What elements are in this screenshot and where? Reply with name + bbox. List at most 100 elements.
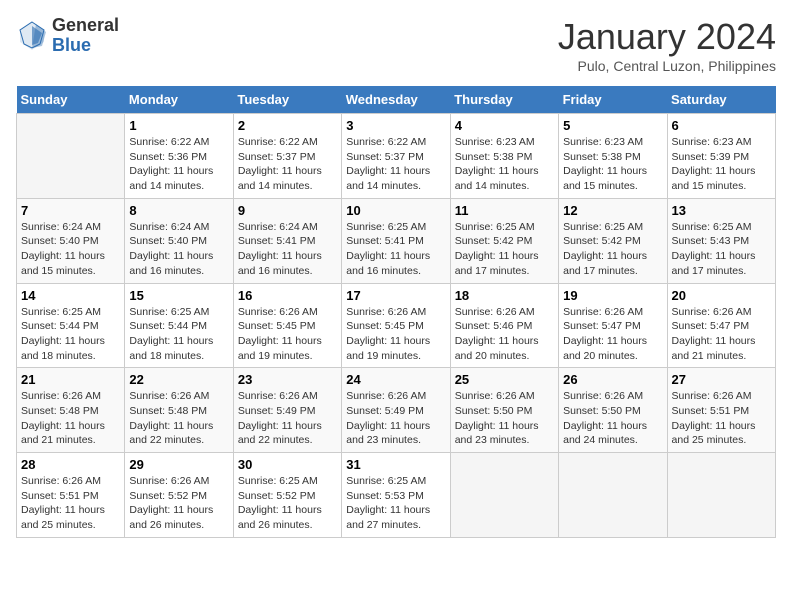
weekday-header-cell: Friday xyxy=(559,86,667,114)
day-info: Sunrise: 6:25 AMSunset: 5:41 PMDaylight:… xyxy=(346,220,445,279)
calendar-day-cell: 20 Sunrise: 6:26 AMSunset: 5:47 PMDayligh… xyxy=(667,283,775,368)
day-info: Sunrise: 6:25 AMSunset: 5:44 PMDaylight:… xyxy=(21,305,120,364)
calendar-week-row: 1Sunrise: 6:22 AMSunset: 5:36 PMDaylight… xyxy=(17,114,776,199)
day-info: Sunrise: 6:25 AMSunset: 5:42 PMDaylight:… xyxy=(455,220,554,279)
calendar-day-cell: 5 Sunrise: 6:23 AMSunset: 5:38 PMDaylight… xyxy=(559,114,667,199)
day-number: 17 xyxy=(346,288,445,303)
day-number: 16 xyxy=(238,288,337,303)
day-info: Sunrise: 6:25 AMSunset: 5:52 PMDaylight:… xyxy=(238,474,337,533)
day-number: 28 xyxy=(21,457,120,472)
day-info: Sunrise: 6:22 AMSunset: 5:36 PMDaylight:… xyxy=(129,135,228,194)
day-info: Sunrise: 6:23 AMSunset: 5:38 PMDaylight:… xyxy=(455,135,554,194)
day-number: 12 xyxy=(563,203,662,218)
day-info: Sunrise: 6:26 AMSunset: 5:45 PMDaylight:… xyxy=(346,305,445,364)
day-number: 19 xyxy=(563,288,662,303)
calendar-week-row: 21 Sunrise: 6:26 AMSunset: 5:48 PMDayligh… xyxy=(17,368,776,453)
day-number: 3 xyxy=(346,118,445,133)
day-number: 11 xyxy=(455,203,554,218)
calendar-day-cell: 14 Sunrise: 6:25 AMSunset: 5:44 PMDayligh… xyxy=(17,283,125,368)
day-number: 25 xyxy=(455,372,554,387)
calendar-day-cell: 4 Sunrise: 6:23 AMSunset: 5:38 PMDaylight… xyxy=(450,114,558,199)
calendar-day-cell: 28 Sunrise: 6:26 AMSunset: 5:51 PMDayligh… xyxy=(17,453,125,538)
calendar-day-cell: 12 Sunrise: 6:25 AMSunset: 5:42 PMDayligh… xyxy=(559,198,667,283)
day-info: Sunrise: 6:26 AMSunset: 5:48 PMDaylight:… xyxy=(129,389,228,448)
weekday-header-cell: Thursday xyxy=(450,86,558,114)
calendar-day-cell: 25 Sunrise: 6:26 AMSunset: 5:50 PMDayligh… xyxy=(450,368,558,453)
calendar-table: SundayMondayTuesdayWednesdayThursdayFrid… xyxy=(16,86,776,538)
weekday-header-cell: Saturday xyxy=(667,86,775,114)
day-info: Sunrise: 6:26 AMSunset: 5:48 PMDaylight:… xyxy=(21,389,120,448)
day-info: Sunrise: 6:26 AMSunset: 5:51 PMDaylight:… xyxy=(672,389,771,448)
calendar-day-cell: 15 Sunrise: 6:25 AMSunset: 5:44 PMDayligh… xyxy=(125,283,233,368)
calendar-day-cell: 23 Sunrise: 6:26 AMSunset: 5:49 PMDayligh… xyxy=(233,368,341,453)
calendar-day-cell: 22Sunrise: 6:26 AMSunset: 5:48 PMDayligh… xyxy=(125,368,233,453)
day-info: Sunrise: 6:26 AMSunset: 5:50 PMDaylight:… xyxy=(563,389,662,448)
day-info: Sunrise: 6:26 AMSunset: 5:45 PMDaylight:… xyxy=(238,305,337,364)
day-number: 7 xyxy=(21,203,120,218)
calendar-day-cell: 1Sunrise: 6:22 AMSunset: 5:36 PMDaylight… xyxy=(125,114,233,199)
day-info: Sunrise: 6:23 AMSunset: 5:39 PMDaylight:… xyxy=(672,135,771,194)
day-info: Sunrise: 6:26 AMSunset: 5:51 PMDaylight:… xyxy=(21,474,120,533)
location: Pulo, Central Luzon, Philippines xyxy=(558,58,776,74)
logo-general: General xyxy=(52,16,119,36)
day-info: Sunrise: 6:26 AMSunset: 5:47 PMDaylight:… xyxy=(672,305,771,364)
day-number: 26 xyxy=(563,372,662,387)
day-number: 15 xyxy=(129,288,228,303)
calendar-day-cell: 11 Sunrise: 6:25 AMSunset: 5:42 PMDayligh… xyxy=(450,198,558,283)
logo-icon xyxy=(16,20,48,52)
day-info: Sunrise: 6:25 AMSunset: 5:53 PMDaylight:… xyxy=(346,474,445,533)
day-number: 13 xyxy=(672,203,771,218)
calendar-day-cell: 17 Sunrise: 6:26 AMSunset: 5:45 PMDayligh… xyxy=(342,283,450,368)
calendar-day-cell xyxy=(17,114,125,199)
day-number: 8 xyxy=(129,203,228,218)
day-number: 14 xyxy=(21,288,120,303)
day-number: 21 xyxy=(21,372,120,387)
day-number: 10 xyxy=(346,203,445,218)
day-number: 9 xyxy=(238,203,337,218)
logo: General Blue xyxy=(16,16,119,56)
day-number: 20 xyxy=(672,288,771,303)
day-number: 6 xyxy=(672,118,771,133)
calendar-day-cell: 10 Sunrise: 6:25 AMSunset: 5:41 PMDayligh… xyxy=(342,198,450,283)
day-number: 23 xyxy=(238,372,337,387)
weekday-header-cell: Wednesday xyxy=(342,86,450,114)
calendar-body: 1Sunrise: 6:22 AMSunset: 5:36 PMDaylight… xyxy=(17,114,776,538)
day-number: 30 xyxy=(238,457,337,472)
day-info: Sunrise: 6:26 AMSunset: 5:50 PMDaylight:… xyxy=(455,389,554,448)
calendar-day-cell: 24Sunrise: 6:26 AMSunset: 5:49 PMDayligh… xyxy=(342,368,450,453)
calendar-day-cell: 9 Sunrise: 6:24 AMSunset: 5:41 PMDaylight… xyxy=(233,198,341,283)
month-title: January 2024 xyxy=(558,16,776,58)
calendar-day-cell: 19 Sunrise: 6:26 AMSunset: 5:47 PMDayligh… xyxy=(559,283,667,368)
page-header: General Blue January 2024 Pulo, Central … xyxy=(16,16,776,74)
calendar-week-row: 7Sunrise: 6:24 AMSunset: 5:40 PMDaylight… xyxy=(17,198,776,283)
calendar-day-cell xyxy=(667,453,775,538)
day-info: Sunrise: 6:25 AMSunset: 5:42 PMDaylight:… xyxy=(563,220,662,279)
day-info: Sunrise: 6:26 AMSunset: 5:52 PMDaylight:… xyxy=(129,474,228,533)
calendar-day-cell: 27 Sunrise: 6:26 AMSunset: 5:51 PMDayligh… xyxy=(667,368,775,453)
calendar-day-cell: 8Sunrise: 6:24 AMSunset: 5:40 PMDaylight… xyxy=(125,198,233,283)
day-number: 31 xyxy=(346,457,445,472)
day-number: 4 xyxy=(455,118,554,133)
day-info: Sunrise: 6:25 AMSunset: 5:44 PMDaylight:… xyxy=(129,305,228,364)
calendar-day-cell xyxy=(450,453,558,538)
calendar-day-cell: 6 Sunrise: 6:23 AMSunset: 5:39 PMDaylight… xyxy=(667,114,775,199)
day-info: Sunrise: 6:24 AMSunset: 5:41 PMDaylight:… xyxy=(238,220,337,279)
title-section: January 2024 Pulo, Central Luzon, Philip… xyxy=(558,16,776,74)
calendar-day-cell xyxy=(559,453,667,538)
calendar-day-cell: 30 Sunrise: 6:25 AMSunset: 5:52 PMDayligh… xyxy=(233,453,341,538)
day-info: Sunrise: 6:25 AMSunset: 5:43 PMDaylight:… xyxy=(672,220,771,279)
calendar-day-cell: 21 Sunrise: 6:26 AMSunset: 5:48 PMDayligh… xyxy=(17,368,125,453)
day-number: 5 xyxy=(563,118,662,133)
calendar-day-cell: 18Sunrise: 6:26 AMSunset: 5:46 PMDayligh… xyxy=(450,283,558,368)
day-info: Sunrise: 6:26 AMSunset: 5:49 PMDaylight:… xyxy=(238,389,337,448)
calendar-week-row: 28 Sunrise: 6:26 AMSunset: 5:51 PMDayligh… xyxy=(17,453,776,538)
day-number: 27 xyxy=(672,372,771,387)
weekday-header-cell: Tuesday xyxy=(233,86,341,114)
day-number: 2 xyxy=(238,118,337,133)
calendar-day-cell: 31 Sunrise: 6:25 AMSunset: 5:53 PMDayligh… xyxy=(342,453,450,538)
calendar-day-cell: 26 Sunrise: 6:26 AMSunset: 5:50 PMDayligh… xyxy=(559,368,667,453)
day-info: Sunrise: 6:26 AMSunset: 5:46 PMDaylight:… xyxy=(455,305,554,364)
day-info: Sunrise: 6:26 AMSunset: 5:47 PMDaylight:… xyxy=(563,305,662,364)
logo-text: General Blue xyxy=(52,16,119,56)
day-info: Sunrise: 6:23 AMSunset: 5:38 PMDaylight:… xyxy=(563,135,662,194)
